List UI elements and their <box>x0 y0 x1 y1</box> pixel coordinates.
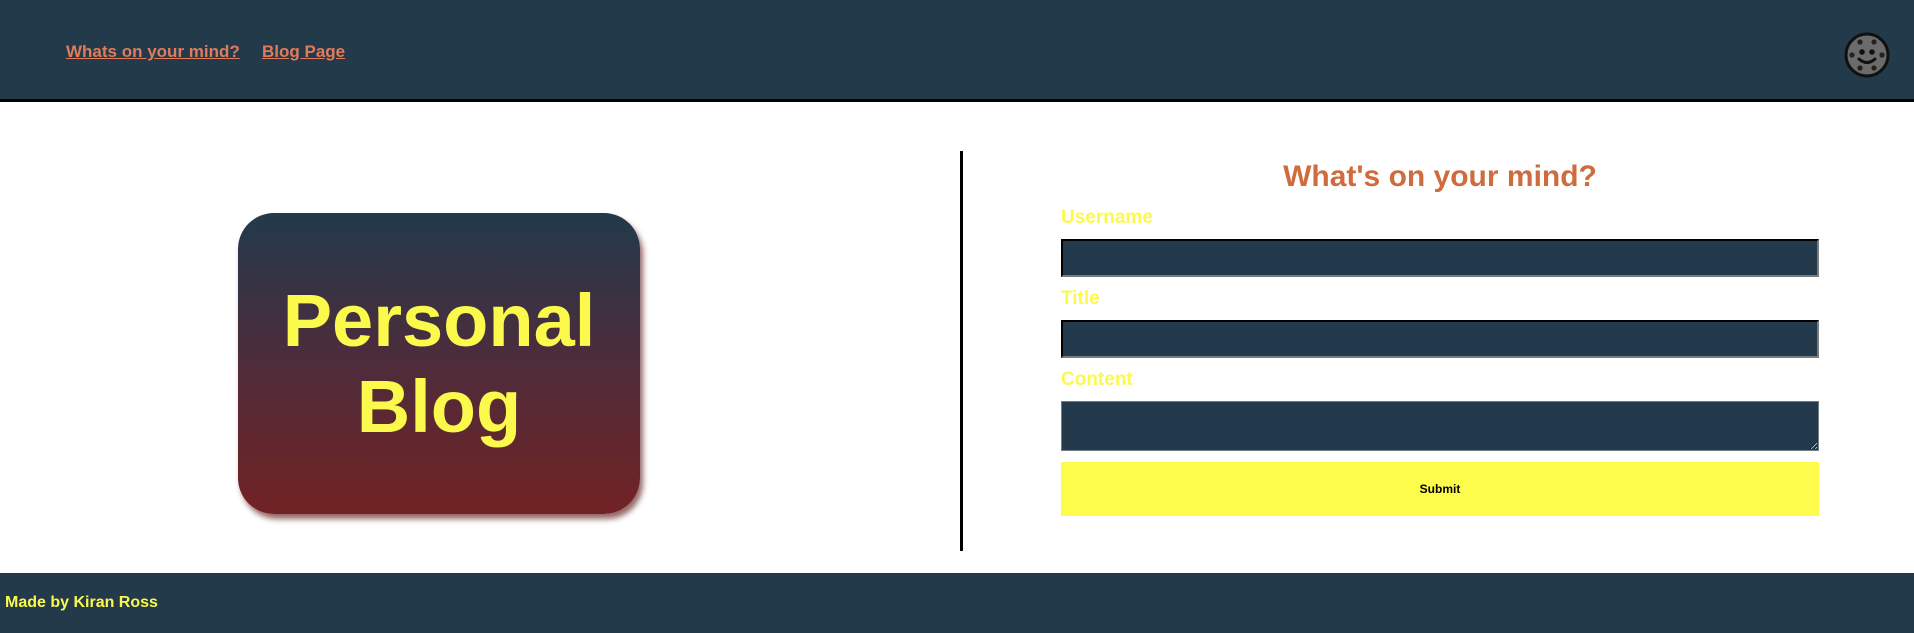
username-label: Username <box>1061 207 1153 228</box>
main-content: Personal Blog What's on your mind? Usern… <box>0 102 1914 573</box>
personal-blog-logo: Personal Blog <box>238 213 640 514</box>
content-textarea[interactable] <box>1061 401 1819 451</box>
submit-button[interactable]: Submit <box>1061 462 1819 516</box>
content-label: Content <box>1061 369 1133 390</box>
smiley-face-icon[interactable] <box>1844 32 1890 78</box>
logo-text: Personal Blog <box>282 278 596 448</box>
top-navbar: Whats on your mind? Blog Page <box>0 0 1914 102</box>
nav-link-whats-on-your-mind[interactable]: Whats on your mind? <box>66 42 240 62</box>
form-title: What's on your mind? <box>1283 160 1597 193</box>
title-input[interactable] <box>1061 320 1819 358</box>
username-input[interactable] <box>1061 239 1819 277</box>
footer: Made by Kiran Ross <box>0 573 1914 633</box>
title-label: Title <box>1061 288 1100 309</box>
footer-credit: Made by Kiran Ross <box>5 594 158 611</box>
nav-link-blog-page[interactable]: Blog Page <box>262 42 345 62</box>
vertical-divider <box>960 151 963 551</box>
